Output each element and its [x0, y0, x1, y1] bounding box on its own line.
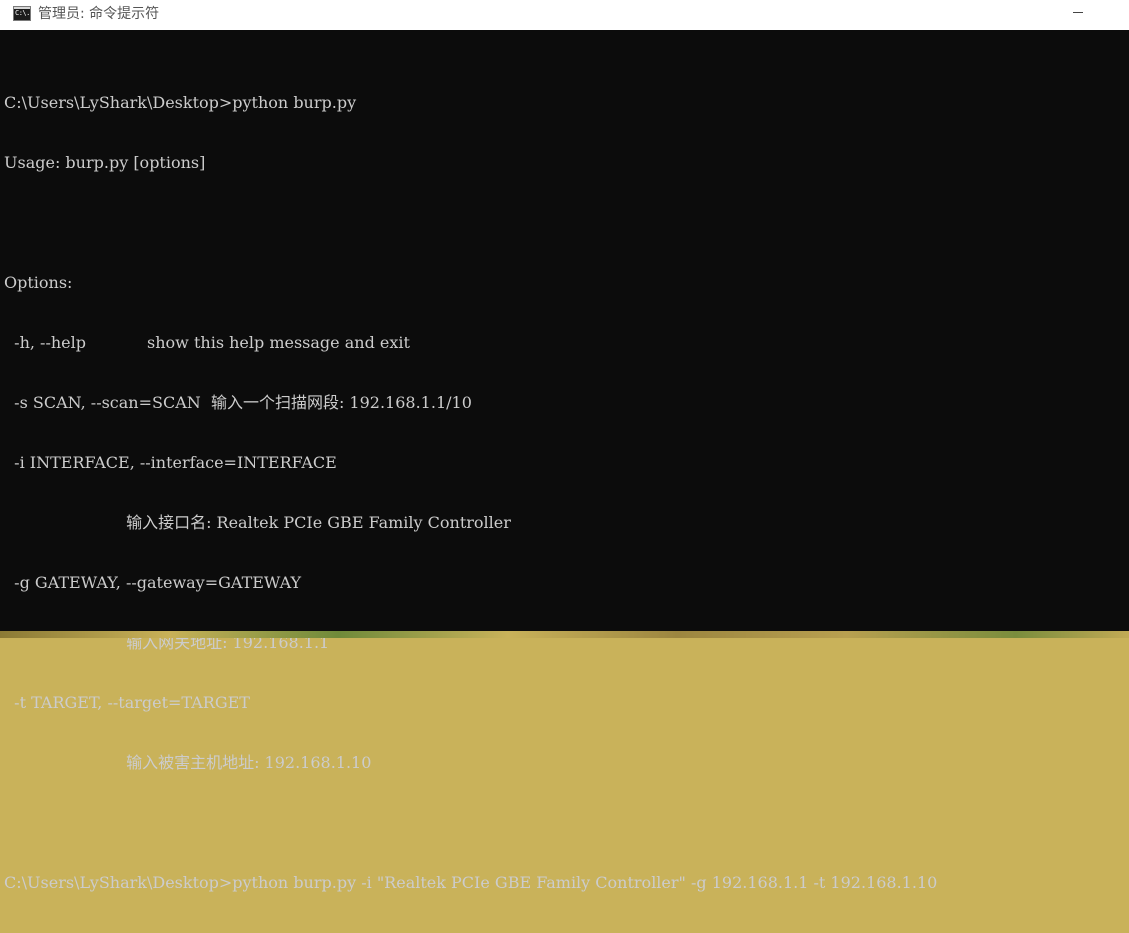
console-line: -g GATEWAY, --gateway=GATEWAY: [4, 573, 302, 592]
console-prompt-line: C:\Users\LyShark\Desktop>python burp.py …: [4, 873, 938, 892]
console-line: C:\Users\LyShark\Desktop>python burp.py: [4, 93, 357, 112]
console-line: -t TARGET, --target=TARGET: [4, 693, 250, 712]
command-prompt-window: C:\. 管理员: 命令提示符 C:\Users\LyShark\Desktop…: [0, 0, 1129, 892]
console-line: -s SCAN, --scan=SCAN 输入一个扫描网段: 192.168.1…: [4, 393, 472, 412]
console-line: Usage: burp.py [options]: [4, 153, 206, 172]
console-output[interactable]: C:\Users\LyShark\Desktop>python burp.py …: [4, 53, 1124, 892]
cmd-icon-text: C:\.: [15, 9, 30, 17]
title-bar[interactable]: C:\. 管理员: 命令提示符: [0, 0, 1129, 30]
console-line: -h, --help show this help message and ex…: [4, 333, 410, 352]
console-line: Options:: [4, 273, 73, 292]
console-line: 输入被害主机地址: 192.168.1.10: [4, 753, 372, 772]
window-title: 管理员: 命令提示符: [38, 6, 160, 22]
minimize-icon: [1073, 12, 1083, 13]
console-line: 输入接口名: Realtek PCIe GBE Family Controlle…: [4, 513, 511, 532]
cmd-icon[interactable]: C:\.: [13, 6, 31, 21]
desktop-background: [0, 631, 1129, 638]
minimize-button[interactable]: [1050, 0, 1096, 30]
console-line: -i INTERFACE, --interface=INTERFACE: [4, 453, 337, 472]
